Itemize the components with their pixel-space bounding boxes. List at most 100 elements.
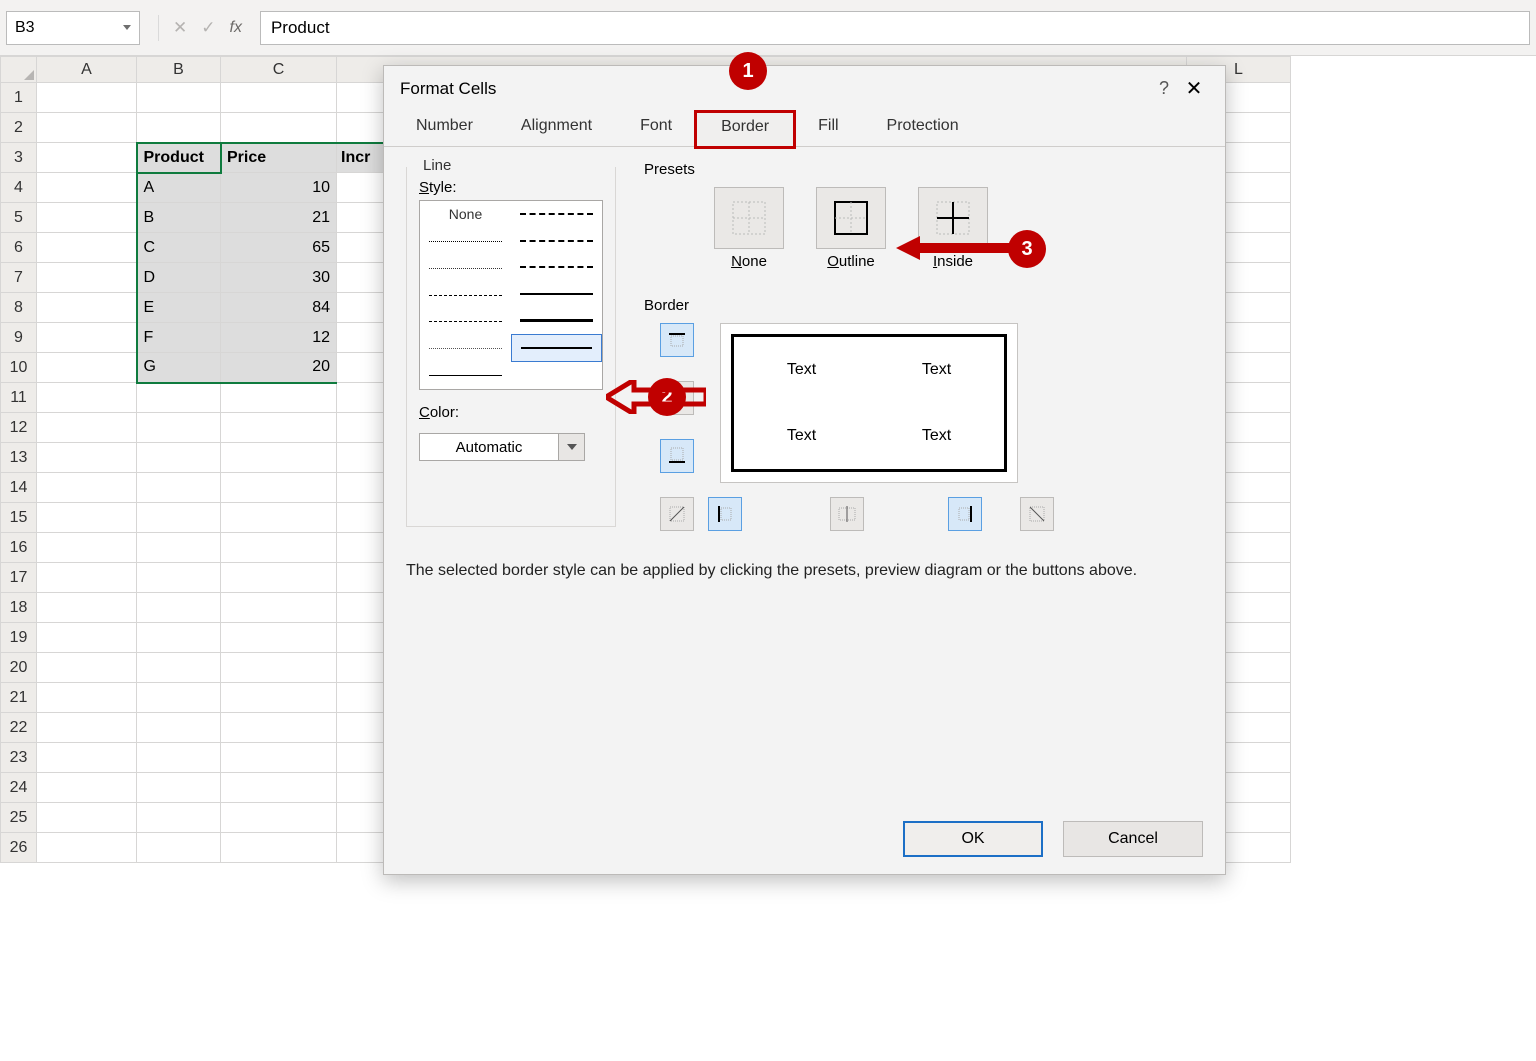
cell-C11[interactable]	[221, 383, 337, 413]
line-style-medium[interactable]	[511, 281, 602, 308]
cell-C5[interactable]: 21	[221, 203, 337, 233]
cell-A6[interactable]	[37, 233, 137, 263]
cell-C21[interactable]	[221, 683, 337, 713]
cell-C2[interactable]	[221, 113, 337, 143]
cell-C18[interactable]	[221, 593, 337, 623]
row-header-9[interactable]: 9	[1, 323, 37, 353]
ok-button[interactable]: OK	[903, 821, 1043, 857]
cell-B13[interactable]	[137, 443, 221, 473]
formula-input[interactable]: Product	[260, 11, 1530, 45]
cell-B23[interactable]	[137, 743, 221, 773]
cell-A17[interactable]	[37, 563, 137, 593]
row-header-2[interactable]: 2	[1, 113, 37, 143]
cell-C12[interactable]	[221, 413, 337, 443]
select-all-corner[interactable]	[1, 57, 37, 83]
row-header-24[interactable]: 24	[1, 773, 37, 803]
col-header-A[interactable]: A	[37, 57, 137, 83]
cell-A11[interactable]	[37, 383, 137, 413]
cell-A15[interactable]	[37, 503, 137, 533]
cell-B25[interactable]	[137, 803, 221, 833]
line-style-dotted-thin[interactable]	[420, 228, 511, 255]
row-header-13[interactable]: 13	[1, 443, 37, 473]
line-style-heavy-dashdotdot[interactable]	[511, 201, 602, 228]
cell-A18[interactable]	[37, 593, 137, 623]
row-header-16[interactable]: 16	[1, 533, 37, 563]
cell-B6[interactable]: C	[137, 233, 221, 263]
chevron-down-icon[interactable]	[123, 25, 131, 30]
color-combo[interactable]: Automatic	[419, 433, 559, 461]
cell-A14[interactable]	[37, 473, 137, 503]
cell-C8[interactable]: 84	[221, 293, 337, 323]
close-icon[interactable]: ✕	[1179, 76, 1209, 101]
cell-A22[interactable]	[37, 713, 137, 743]
row-header-21[interactable]: 21	[1, 683, 37, 713]
cell-B12[interactable]	[137, 413, 221, 443]
line-style-heavy-dashdot[interactable]	[511, 228, 602, 255]
cell-C19[interactable]	[221, 623, 337, 653]
cell-B9[interactable]: F	[137, 323, 221, 353]
tab-border[interactable]: Border	[696, 112, 794, 147]
row-header-7[interactable]: 7	[1, 263, 37, 293]
border-left-button[interactable]	[708, 497, 742, 531]
cell-B14[interactable]	[137, 473, 221, 503]
cell-A8[interactable]	[37, 293, 137, 323]
cell-C15[interactable]	[221, 503, 337, 533]
cell-C13[interactable]	[221, 443, 337, 473]
cell-A5[interactable]	[37, 203, 137, 233]
cell-B10[interactable]: G	[137, 353, 221, 383]
cell-A21[interactable]	[37, 683, 137, 713]
cell-B5[interactable]: B	[137, 203, 221, 233]
line-style-dashdot[interactable]	[420, 308, 511, 335]
col-header-C[interactable]: C	[221, 57, 337, 83]
cancel-button[interactable]: Cancel	[1063, 821, 1203, 857]
cell-A23[interactable]	[37, 743, 137, 773]
cell-B4[interactable]: A	[137, 173, 221, 203]
cell-B18[interactable]	[137, 593, 221, 623]
cell-C25[interactable]	[221, 803, 337, 833]
cell-B3[interactable]: Product	[137, 143, 221, 173]
line-style-double[interactable]	[511, 334, 602, 363]
line-style-heavy-dash[interactable]	[511, 254, 602, 281]
row-header-23[interactable]: 23	[1, 743, 37, 773]
cell-B11[interactable]	[137, 383, 221, 413]
row-header-10[interactable]: 10	[1, 353, 37, 383]
cell-A25[interactable]	[37, 803, 137, 833]
row-header-3[interactable]: 3	[1, 143, 37, 173]
line-style-heavy[interactable]	[511, 307, 602, 334]
border-preview[interactable]: Text Text Text Text	[720, 323, 1018, 483]
line-style-picker[interactable]: None	[419, 200, 603, 390]
line-style-solid-thin[interactable]	[420, 362, 511, 389]
row-header-6[interactable]: 6	[1, 233, 37, 263]
cell-C6[interactable]: 65	[221, 233, 337, 263]
cell-A26[interactable]	[37, 833, 137, 863]
row-header-1[interactable]: 1	[1, 83, 37, 113]
cell-C14[interactable]	[221, 473, 337, 503]
color-dropdown-button[interactable]	[559, 433, 585, 461]
cell-B8[interactable]: E	[137, 293, 221, 323]
row-header-11[interactable]: 11	[1, 383, 37, 413]
cell-C1[interactable]	[221, 83, 337, 113]
cell-B24[interactable]	[137, 773, 221, 803]
row-header-12[interactable]: 12	[1, 413, 37, 443]
row-header-8[interactable]: 8	[1, 293, 37, 323]
line-style-dashed[interactable]	[420, 282, 511, 309]
line-style-dashdotdot[interactable]	[420, 335, 511, 362]
border-bottom-button[interactable]	[660, 439, 694, 473]
name-box[interactable]: B3	[6, 11, 140, 45]
line-style-empty[interactable]	[511, 362, 602, 389]
cell-B16[interactable]	[137, 533, 221, 563]
cell-C20[interactable]	[221, 653, 337, 683]
cell-A19[interactable]	[37, 623, 137, 653]
cell-B15[interactable]	[137, 503, 221, 533]
cell-B20[interactable]	[137, 653, 221, 683]
help-icon[interactable]: ?	[1149, 78, 1179, 99]
tab-protection[interactable]: Protection	[863, 111, 983, 146]
cell-C16[interactable]	[221, 533, 337, 563]
cell-C3[interactable]: Price	[221, 143, 337, 173]
cell-A2[interactable]	[37, 113, 137, 143]
row-header-18[interactable]: 18	[1, 593, 37, 623]
tab-number[interactable]: Number	[392, 111, 497, 146]
cell-A7[interactable]	[37, 263, 137, 293]
row-header-15[interactable]: 15	[1, 503, 37, 533]
cell-B1[interactable]	[137, 83, 221, 113]
